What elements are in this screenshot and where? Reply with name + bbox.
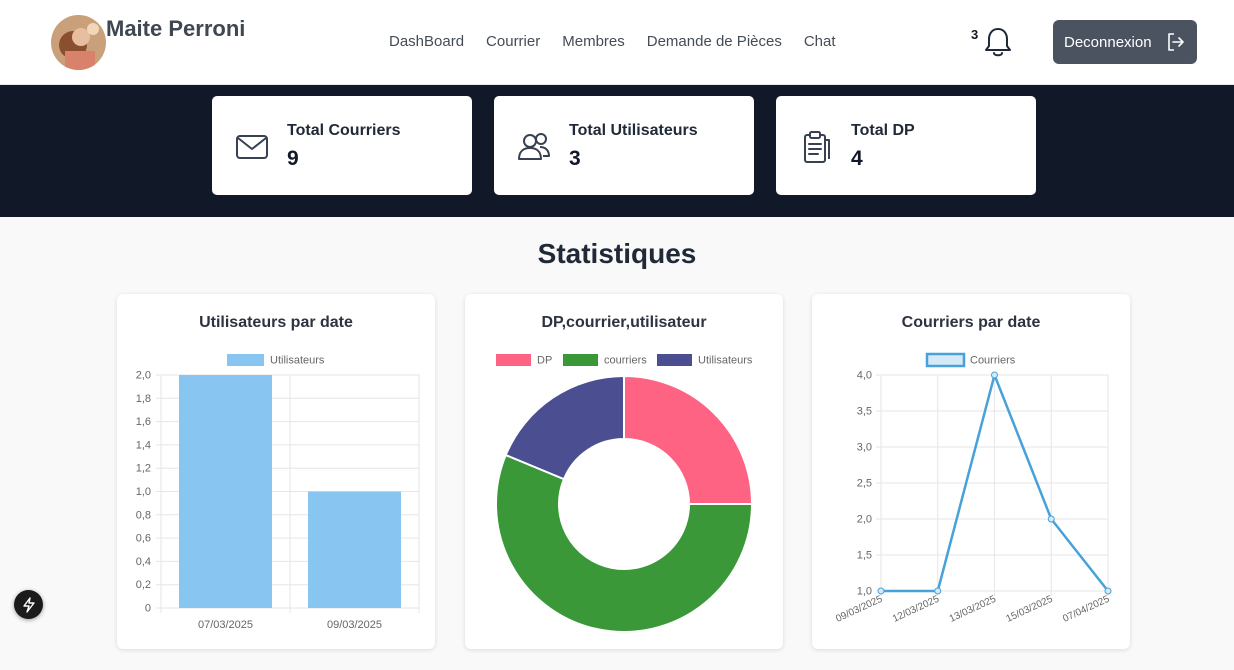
x-tick-label: 09/03/2025 [327,619,382,631]
x-tick-label: 07/04/2025 [1061,594,1111,625]
logout-button[interactable]: Deconnexion [1053,20,1197,64]
x-tick-label: 09/03/2025 [834,594,884,625]
stat-value: 9 [287,147,299,170]
stat-label: Total Courriers [287,122,401,139]
logout-icon [1168,33,1184,51]
navbar: Maite Perroni DashBoard Courrier Membres… [0,0,1234,85]
nav-demande-pieces[interactable]: Demande de Pièces [647,33,782,50]
y-tick-label: 1,5 [857,550,872,562]
legend-swatch [227,354,264,366]
stat-label: Total DP [851,122,915,139]
data-point [991,371,998,379]
chart-card-utilisateurs: Utilisateurs par date 2,0 1,8 1,6 1,4 1,2 1,0… [117,294,435,649]
stat-value: 3 [569,147,581,170]
x-tick-label: 13/03/2025 [948,594,998,625]
clipboard-icon [804,131,830,163]
y-tick-label: 1,8 [136,393,151,405]
stat-card-dp: Total DP 4 [776,96,1036,195]
nav-courrier[interactable]: Courrier [486,33,540,50]
users-icon [518,133,550,160]
nav-dashboard[interactable]: DashBoard [389,33,464,50]
x-tick-label: 12/03/2025 [891,594,941,625]
stat-card-courriers: Total Courriers 9 [212,96,472,195]
y-tick-label: 1,2 [136,463,151,475]
legend-label: DP [537,355,552,367]
y-tick-label: 3,5 [857,406,872,418]
legend-label: Courriers [970,355,1016,367]
logout-label: Deconnexion [1064,33,1152,51]
chart-card-donut: DP,courrier,utilisateur DP courriers Utili… [465,294,783,649]
line-chart: 4,0 3,5 3,0 2,5 2,0 1,5 1,009/03/2025 12/03/202… [834,352,1112,625]
legend-swatch [657,354,692,366]
y-tick-label: 0 [145,603,151,615]
stat-label: Total Utilisateurs [569,122,698,139]
data-point [1104,587,1112,595]
avatar[interactable] [51,15,106,70]
notification-count: 3 [971,27,979,42]
y-tick-label: 0,2 [136,579,151,591]
y-tick-label: 0,8 [136,509,151,521]
nav-chat[interactable]: Chat [804,33,836,50]
data-point [1047,515,1055,523]
chart-card-courriers: Courriers par date 4,0 3,5 3,0 2,5 2,0 1,5 1,0… [812,294,1130,649]
main-nav: DashBoard Courrier Membres Demande de Pi… [389,33,836,50]
y-tick-label: 2,0 [136,370,151,382]
y-tick-label: 1,6 [136,416,151,428]
y-tick-label: 3,0 [857,442,872,454]
y-tick-label: 1,0 [136,486,151,498]
y-tick-label: 2,0 [857,514,872,526]
legend-label: Utilisateurs [270,355,325,367]
legend-swatch [563,354,598,366]
data-point [877,587,885,595]
lightning-icon [22,596,35,613]
y-tick-label: 4,0 [857,370,872,382]
data-point [934,587,942,595]
donut-slice [623,374,754,505]
y-tick-label: 0,6 [136,533,151,545]
bar [179,375,272,608]
flash-button[interactable] [14,590,43,619]
legend-label: courriers [604,355,647,367]
nav-membres[interactable]: Membres [562,33,625,50]
bar [308,491,401,608]
donut-chart: DP courriers Utilisateurs [495,354,754,633]
x-tick-label: 07/03/2025 [198,619,253,631]
bell-icon[interactable] [982,25,1014,59]
legend-swatch [496,354,531,366]
stat-value: 4 [851,147,863,170]
legend-swatch [925,352,966,368]
legend-label: Utilisateurs [698,355,753,367]
y-tick-label: 2,5 [857,478,872,490]
y-tick-label: 1,0 [857,586,872,598]
mail-icon [236,135,268,159]
user-name: Maite Perroni [106,16,246,41]
x-tick-label: 15/03/2025 [1004,594,1054,625]
stat-card-utilisateurs: Total Utilisateurs 3 [494,96,754,195]
y-tick-label: 1,4 [136,439,151,451]
y-tick-label: 0,4 [136,556,151,568]
section-title: Statistiques [537,238,697,269]
bar-chart: 2,0 1,8 1,6 1,4 1,2 1,0 0,8 0,6 0,4 0,2 0 07/03/202… [136,354,420,631]
